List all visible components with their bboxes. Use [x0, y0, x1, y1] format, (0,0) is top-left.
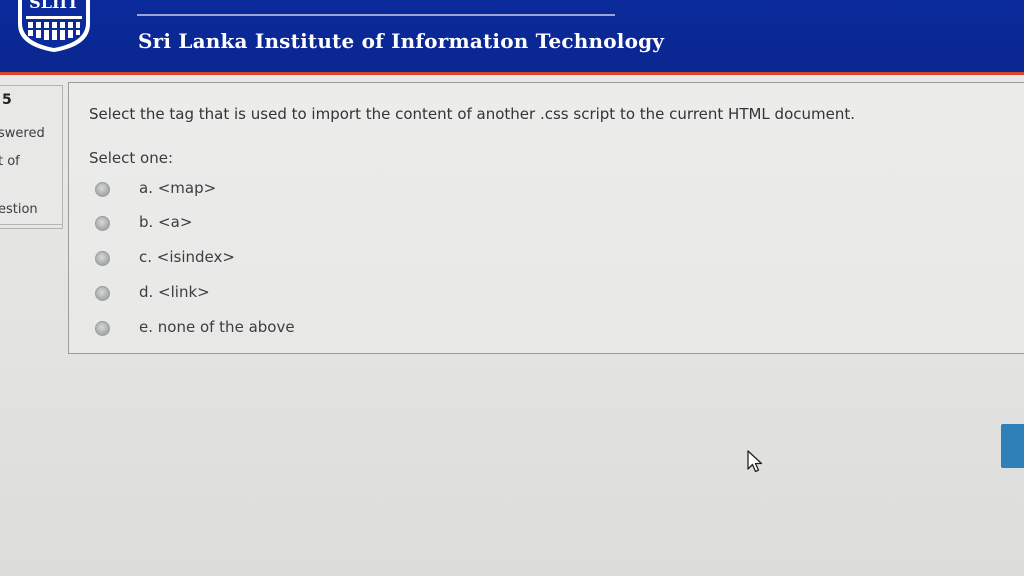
site-header: SLIIT Sri Lanka Institute of Information…	[0, 0, 1024, 75]
header-rule	[137, 14, 615, 16]
option-d[interactable]: d. <link>	[95, 283, 455, 305]
option-a-radio[interactable]	[95, 182, 110, 197]
question-card: Select the tag that is used to import th…	[68, 82, 1024, 354]
option-c-label[interactable]: c. <isindex>	[139, 248, 235, 266]
option-c[interactable]: c. <isindex>	[95, 248, 455, 270]
sliit-logo: SLIIT	[18, 0, 90, 52]
option-d-radio[interactable]	[95, 286, 110, 301]
option-a-label[interactable]: a. <map>	[139, 179, 216, 197]
option-e[interactable]: e. none of the above	[95, 318, 455, 340]
info-divider	[0, 224, 62, 225]
option-e-radio[interactable]	[95, 321, 110, 336]
site-title: Sri Lanka Institute of Information Techn…	[138, 29, 665, 53]
question-info-panel: 5 swered t of estion	[0, 85, 63, 229]
question-number: 5	[2, 92, 12, 108]
info-status-text: swered	[0, 126, 45, 141]
option-d-label[interactable]: d. <link>	[139, 283, 210, 301]
select-one-label: Select one:	[89, 149, 174, 167]
option-b-label[interactable]: b. <a>	[139, 213, 192, 231]
mouse-cursor-icon	[747, 450, 763, 473]
logo-text: SLIIT	[29, 0, 79, 12]
next-page-button[interactable]	[1001, 424, 1024, 468]
question-text: Select the tag that is used to import th…	[89, 105, 855, 123]
info-marks-text: t of	[0, 154, 20, 169]
option-b-radio[interactable]	[95, 216, 110, 231]
quiz-page: SLIIT Sri Lanka Institute of Information…	[0, 0, 1024, 576]
option-c-radio[interactable]	[95, 251, 110, 266]
option-b[interactable]: b. <a>	[95, 213, 455, 235]
option-e-label[interactable]: e. none of the above	[139, 318, 295, 336]
option-a[interactable]: a. <map>	[95, 179, 455, 201]
flag-question-link[interactable]: estion	[0, 202, 38, 217]
